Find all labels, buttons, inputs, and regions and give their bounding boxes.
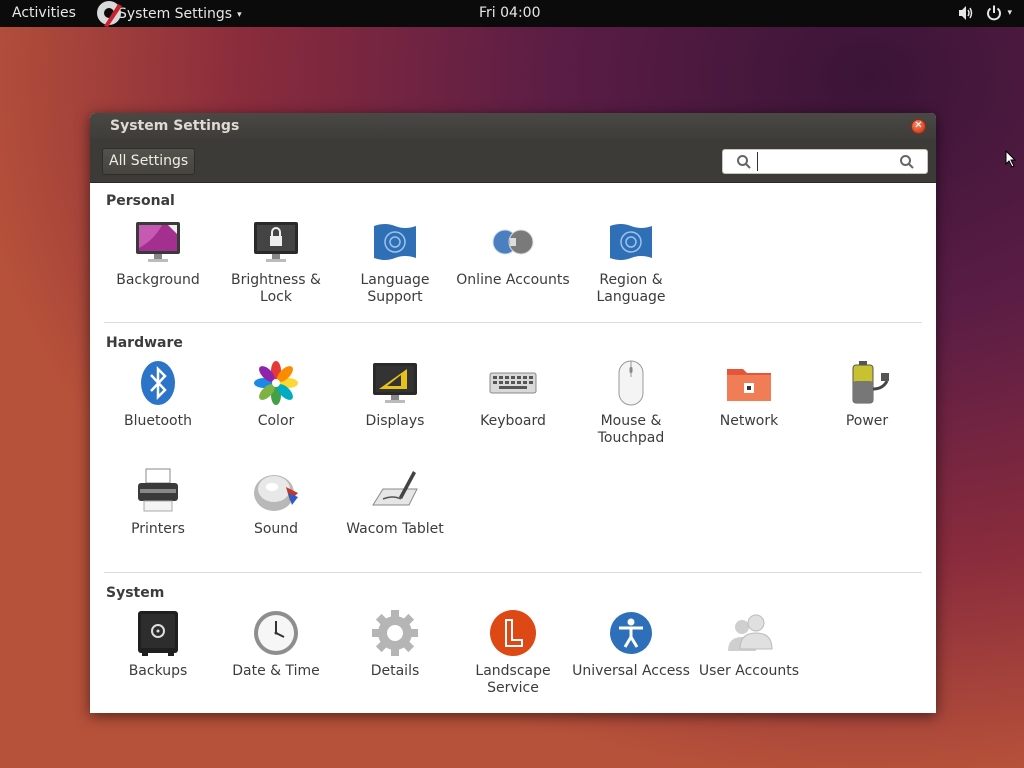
settings-item-backups[interactable]: Backups: [99, 609, 217, 680]
settings-item-label: Region & Language: [596, 272, 666, 305]
settings-item-network[interactable]: Network: [690, 359, 808, 430]
language-support-icon: [374, 224, 416, 260]
mouse-cursor-icon: [1005, 150, 1017, 168]
settings-item-label: Brightness & Lock: [231, 272, 321, 305]
settings-item-wacom-tablet[interactable]: Wacom Tablet: [336, 467, 454, 538]
settings-item-label: Sound: [253, 521, 299, 537]
settings-item-label: Wacom Tablet: [346, 521, 444, 537]
settings-item-label: Color: [257, 413, 295, 429]
accessibility-icon: [610, 612, 652, 654]
online-accounts-icon: [492, 229, 534, 255]
backups-safe-icon: [138, 611, 178, 656]
search-field[interactable]: [722, 149, 928, 174]
bluetooth-icon: [141, 361, 175, 405]
search-icon: [737, 155, 751, 169]
network-icon: [727, 369, 771, 401]
volume-icon[interactable]: [957, 4, 975, 22]
settings-item-language-support[interactable]: Language Support: [336, 218, 454, 306]
clock[interactable]: Fri 04:00: [479, 5, 540, 21]
settings-item-label: Bluetooth: [124, 413, 192, 429]
power-icon[interactable]: [985, 4, 1003, 22]
settings-item-sound[interactable]: Sound: [217, 467, 335, 538]
settings-item-label: Landscape Service: [475, 663, 551, 696]
system-settings-window: System Settings ✕ All Settings Personal: [90, 113, 936, 713]
settings-item-label: Date & Time: [232, 663, 320, 679]
app-menu-label: System Settings: [118, 5, 233, 22]
settings-item-label: Printers: [131, 521, 185, 537]
section-title-hardware: Hardware: [106, 335, 183, 351]
settings-item-label: Online Accounts: [456, 272, 570, 288]
keyboard-icon: [489, 372, 537, 394]
close-button[interactable]: ✕: [911, 119, 926, 134]
users-icon: [728, 614, 773, 651]
color-icon: [254, 361, 298, 405]
settings-app-icon: [96, 0, 126, 27]
power-battery-icon: [852, 361, 889, 404]
settings-item-label: Mouse & Touchpad: [597, 413, 665, 446]
system-tray: ▾: [957, 4, 1012, 22]
window-toolbar: All Settings: [90, 139, 936, 183]
settings-item-label: Details: [370, 663, 420, 679]
settings-item-details[interactable]: Details: [336, 609, 454, 680]
settings-item-label: Universal Access: [572, 663, 690, 679]
window-titlebar[interactable]: System Settings ✕: [90, 113, 936, 139]
search-clear-icon[interactable]: [899, 154, 915, 170]
settings-item-background[interactable]: Background: [99, 218, 217, 289]
background-icon: [136, 222, 180, 262]
settings-item-mouse-touchpad[interactable]: Mouse & Touchpad: [572, 359, 690, 447]
clock-icon: [254, 611, 298, 655]
settings-item-region-language[interactable]: Region & Language: [572, 218, 690, 306]
section-divider: [104, 322, 922, 323]
settings-item-universal-access[interactable]: Universal Access: [572, 609, 690, 680]
section-divider: [104, 572, 922, 573]
settings-content: Personal Background Brightness & Lock La…: [90, 183, 936, 713]
settings-item-label: Backups: [128, 663, 188, 679]
settings-item-displays[interactable]: Displays: [336, 359, 454, 430]
app-menu[interactable]: System Settings ▾: [96, 0, 242, 27]
all-settings-button[interactable]: All Settings: [102, 148, 196, 175]
settings-item-bluetooth[interactable]: Bluetooth: [99, 359, 217, 430]
section-title-personal: Personal: [106, 193, 175, 209]
power-menu-caret-icon[interactable]: ▾: [1007, 8, 1012, 18]
printer-icon: [138, 468, 178, 512]
settings-item-color[interactable]: Color: [217, 359, 335, 430]
settings-item-label: Power: [845, 413, 889, 429]
settings-item-date-time[interactable]: Date & Time: [217, 609, 335, 680]
settings-item-label: Keyboard: [480, 413, 546, 429]
displays-icon: [373, 363, 417, 403]
settings-item-label: User Accounts: [698, 663, 800, 679]
settings-item-keyboard[interactable]: Keyboard: [454, 359, 572, 430]
settings-item-brightness-lock[interactable]: Brightness & Lock: [217, 218, 335, 306]
app-menu-caret-icon: ▾: [237, 9, 242, 20]
wacom-tablet-icon: [372, 471, 418, 506]
settings-item-power[interactable]: Power: [808, 359, 926, 430]
sound-icon: [254, 475, 298, 511]
gear-icon: [372, 610, 418, 656]
top-panel: Activities System Settings ▾ Fri 04:00 ▾: [0, 0, 1024, 27]
settings-item-landscape-service[interactable]: Landscape Service: [454, 609, 572, 697]
section-title-system: System: [106, 585, 165, 601]
mouse-icon: [618, 360, 644, 406]
settings-item-online-accounts[interactable]: Online Accounts: [454, 218, 572, 289]
settings-item-label: Displays: [365, 413, 425, 429]
settings-item-label: Language Support: [360, 272, 430, 305]
activities-button[interactable]: Activities: [12, 5, 76, 21]
window-title: System Settings: [110, 118, 240, 134]
search-input[interactable]: [757, 152, 897, 171]
settings-item-printers[interactable]: Printers: [99, 467, 217, 538]
brightness-lock-icon: [254, 222, 298, 262]
settings-item-label: Background: [116, 272, 200, 288]
region-language-icon: [610, 224, 652, 260]
landscape-icon: [490, 610, 536, 656]
settings-item-user-accounts[interactable]: User Accounts: [690, 609, 808, 680]
settings-item-label: Network: [719, 413, 779, 429]
